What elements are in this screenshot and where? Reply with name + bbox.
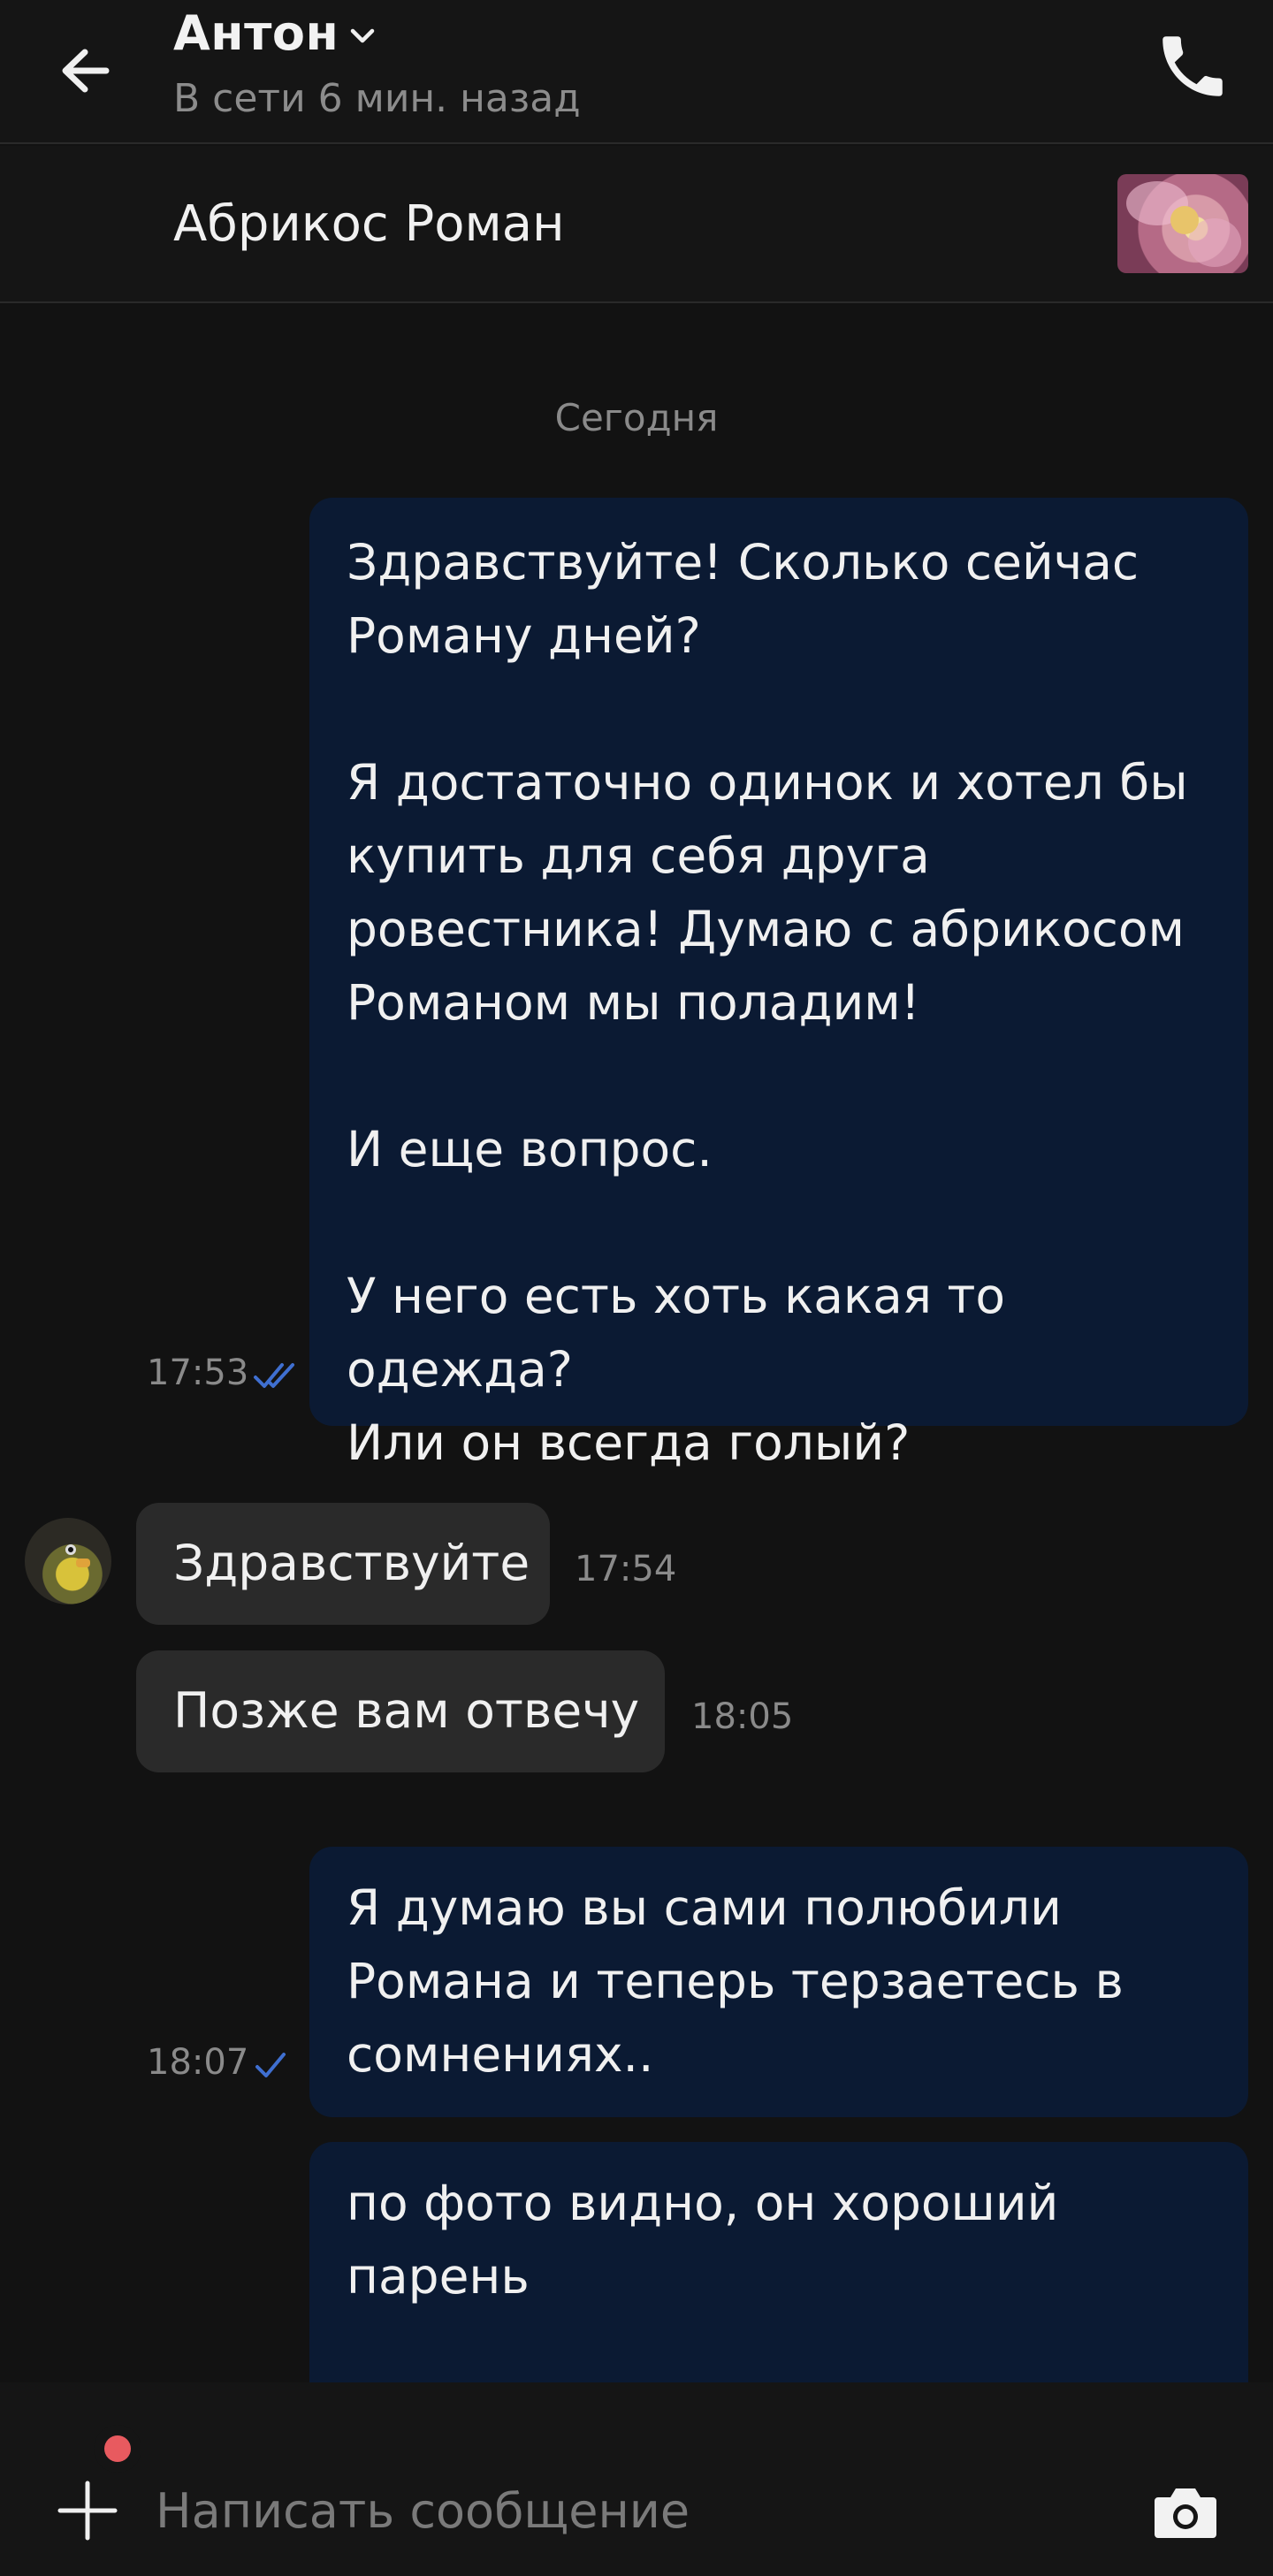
attach-button[interactable]: [57, 2480, 118, 2542]
product-title: Абрикос Роман: [173, 195, 565, 253]
message-input[interactable]: [156, 2471, 1110, 2550]
incoming-message[interactable]: Здравствуйте: [136, 1503, 550, 1625]
contact-avatar[interactable]: [25, 1518, 111, 1604]
presence-status: В сети 6 мин. назад: [173, 76, 581, 121]
contact-name-toggle[interactable]: Антон: [173, 5, 377, 61]
chat-header: Антон В сети 6 мин. назад: [0, 0, 1273, 144]
contact-name: Антон: [173, 5, 339, 61]
thumbnail-center: [1170, 206, 1199, 234]
plus-icon: [57, 2481, 118, 2541]
incoming-message[interactable]: Позже вам отвечу: [136, 1650, 665, 1772]
outgoing-message[interactable]: Здравствуйте! Сколько сейчас Роману дней…: [309, 498, 1248, 1471]
message-time: 18:07: [147, 2042, 249, 2083]
message-composer: [0, 2382, 1273, 2576]
product-thumbnail[interactable]: [1117, 174, 1248, 273]
chat-screen: Антон В сети 6 мин. назад Абрикос Роман …: [0, 0, 1273, 2576]
chevron-down-icon: [351, 28, 375, 42]
avatar-beak: [76, 1559, 90, 1567]
outgoing-message[interactable]: по фото видно, он хороший парень: [309, 2142, 1248, 2386]
avatar-eye: [65, 1544, 76, 1555]
check-icon: [255, 2053, 286, 2077]
camera-icon: [1155, 2488, 1216, 2538]
back-button[interactable]: [53, 35, 124, 106]
double-check-icon: [254, 1363, 294, 1388]
message-time: 18:05: [691, 1696, 794, 1737]
outgoing-message[interactable]: Я думаю вы сами полюбили Романа и теперь…: [309, 1847, 1248, 2117]
product-bar[interactable]: Абрикос Роман: [0, 146, 1273, 303]
notification-dot: [94, 2425, 141, 2473]
call-button[interactable]: [1153, 27, 1232, 106]
phone-icon: [1162, 36, 1223, 96]
message-time: 17:53: [147, 1353, 249, 1393]
message-time: 17:54: [575, 1549, 677, 1589]
arrow-left-icon: [62, 49, 110, 93]
camera-button[interactable]: [1151, 2480, 1220, 2542]
date-separator: Сегодня: [554, 396, 719, 439]
